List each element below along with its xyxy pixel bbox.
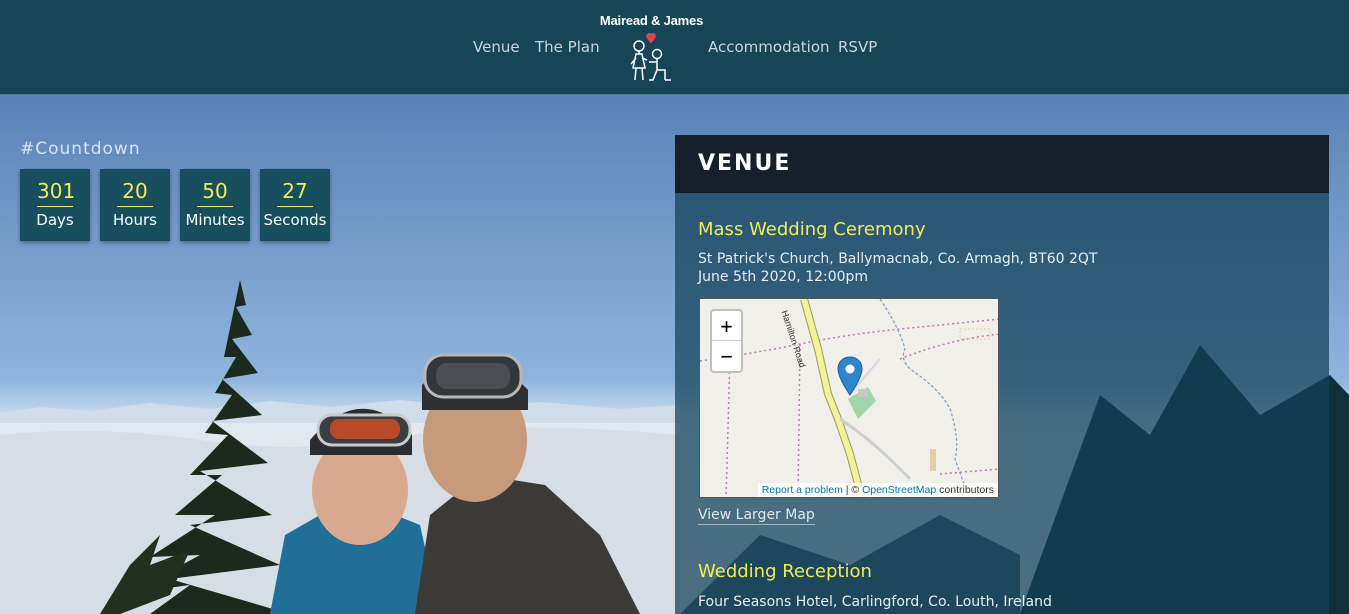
ceremony-title: Mass Wedding Ceremony: [698, 219, 926, 240]
map-zoom-out-button[interactable]: −: [712, 341, 741, 371]
countdown-heading: #Countdown: [20, 139, 141, 159]
countdown-minutes-value: 50: [197, 179, 233, 207]
view-larger-map-link[interactable]: View Larger Map: [698, 507, 815, 525]
reception-address: Four Seasons Hotel, Carlingford, Co. Lou…: [698, 594, 1052, 610]
report-problem-link[interactable]: Report a problem: [762, 484, 843, 496]
countdown-hours-value: 20: [117, 179, 153, 207]
countdown-hours-label: Hours: [113, 211, 157, 229]
ceremony-address: St Patrick's Church, Ballymacnab, Co. Ar…: [698, 251, 1098, 267]
countdown-hours: 20 Hours: [100, 169, 170, 241]
countdown-minutes: 50 Minutes: [180, 169, 250, 241]
map-pin-icon[interactable]: [837, 356, 863, 400]
nav-link-venue[interactable]: Venue: [473, 38, 520, 56]
countdown-seconds-value: 27: [277, 179, 313, 207]
reception-title: Wedding Reception: [698, 561, 872, 582]
nav-link-the-plan[interactable]: The Plan: [535, 38, 600, 56]
site-brand-name[interactable]: Mairead & James: [0, 13, 1303, 28]
nav-link-accommodation[interactable]: Accommodation: [708, 38, 830, 56]
countdown-days: 301 Days: [20, 169, 90, 241]
map-zoom-in-button[interactable]: +: [712, 311, 741, 341]
map-attribution: Report a problem | © OpenStreetMap contr…: [757, 483, 998, 497]
countdown-seconds: 27 Seconds: [260, 169, 330, 241]
top-navigation-bar: Mairead & James Venue The Plan Accommoda…: [0, 0, 1349, 95]
attribution-separator: | ©: [845, 484, 860, 496]
venue-panel-header: VENUE: [675, 135, 1329, 193]
attribution-contributors: contributors: [939, 484, 994, 496]
countdown-seconds-label: Seconds: [263, 211, 327, 229]
proposal-couple-icon[interactable]: [627, 32, 673, 84]
countdown-minutes-label: Minutes: [185, 211, 245, 229]
map-zoom-control: + −: [710, 309, 743, 373]
nav-link-rsvp[interactable]: RSVP: [838, 38, 877, 56]
venue-title: VENUE: [698, 151, 792, 176]
venue-panel: VENUE Mass Wedding Ceremony St Patrick's…: [675, 135, 1329, 614]
openstreetmap-link[interactable]: OpenStreetMap: [862, 484, 936, 496]
ceremony-map[interactable]: Hamilton Road + − Report a problem | © O…: [699, 298, 999, 498]
ceremony-datetime: June 5th 2020, 12:00pm: [698, 269, 869, 285]
countdown-days-value: 301: [37, 179, 75, 207]
countdown-days-label: Days: [36, 211, 74, 229]
